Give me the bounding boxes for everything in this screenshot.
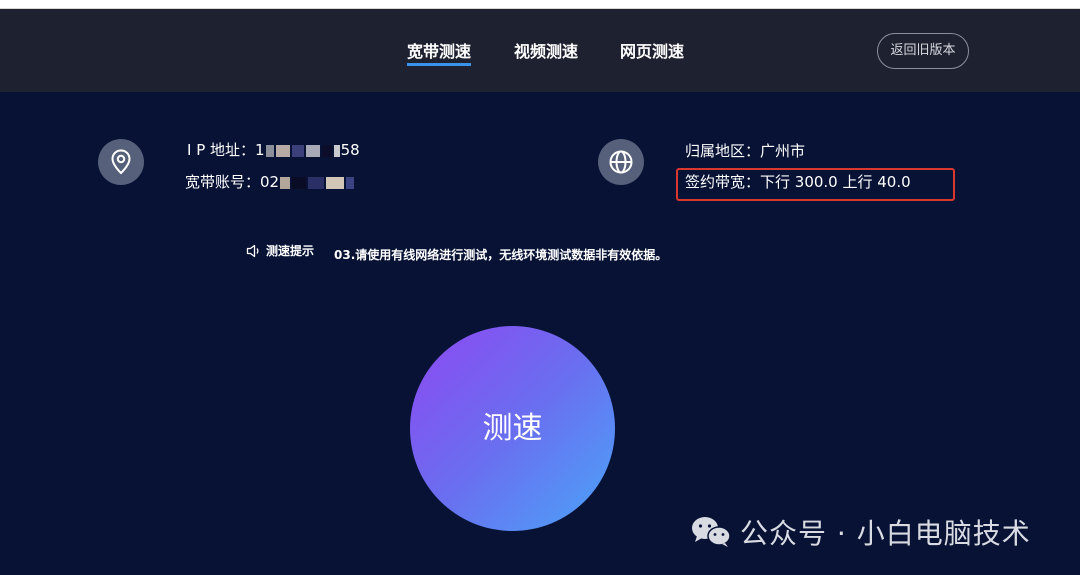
redaction-mosaic (346, 176, 355, 189)
broadband-account-value-start: 02 (260, 173, 280, 191)
redaction-mosaic (280, 176, 291, 189)
top-nav-bar: 宽带测速 视频测速 网页测速 返回旧版本 (0, 9, 1080, 92)
redaction-mosaic (291, 144, 304, 157)
tab-video-speed-test[interactable]: 视频测速 (514, 39, 578, 65)
speed-test-tip-text: 03.请使用有线网络进行测试，无线环境测试数据非有效依据。 (334, 248, 668, 262)
wechat-icon (692, 517, 731, 547)
ip-address-label: I P 地址： (187, 141, 256, 159)
return-old-version-button[interactable]: 返回旧版本 (877, 33, 969, 69)
tab-webpage-speed-test[interactable]: 网页测速 (620, 39, 684, 65)
redaction-mosaic (308, 176, 325, 189)
broadband-account-label: 宽带账号： (185, 173, 261, 191)
region-label: 归属地区： (685, 142, 761, 160)
redaction-mosaic (275, 144, 290, 157)
region-value: 广州市 (760, 142, 806, 160)
redaction-mosaic (321, 144, 332, 157)
redaction-mosaic (326, 176, 345, 189)
speed-test-tip-label: 测速提示 (266, 244, 315, 258)
ip-address-value-end: 58 (340, 141, 360, 159)
start-speed-test-button[interactable]: 测速 (410, 326, 615, 531)
redaction-mosaic (333, 144, 340, 157)
main-panel: I P 地址：1 58 宽带账号：02 归属地区：广州市 签约带宽：下行 300.… (0, 92, 1080, 575)
globe-icon (598, 139, 644, 185)
redaction-mosaic (292, 176, 307, 189)
contract-bandwidth-highlight-box (676, 168, 955, 201)
broadband-account-row: 宽带账号：02 (185, 171, 355, 192)
browser-top-strip (0, 0, 1080, 9)
location-pin-icon (98, 139, 144, 185)
ip-address-row: I P 地址：1 58 (187, 139, 360, 160)
redaction-mosaic (265, 144, 274, 157)
ip-address-value-start: 1 (255, 141, 265, 159)
tab-broadband-speed-test[interactable]: 宽带测速 (407, 39, 472, 66)
region-row: 归属地区：广州市 (685, 140, 805, 161)
speaker-icon (246, 243, 262, 262)
watermark: 公众号 · 小白电脑技术 (690, 512, 1031, 552)
watermark-text: 公众号 · 小白电脑技术 (740, 517, 1031, 550)
redaction-mosaic (305, 144, 320, 157)
